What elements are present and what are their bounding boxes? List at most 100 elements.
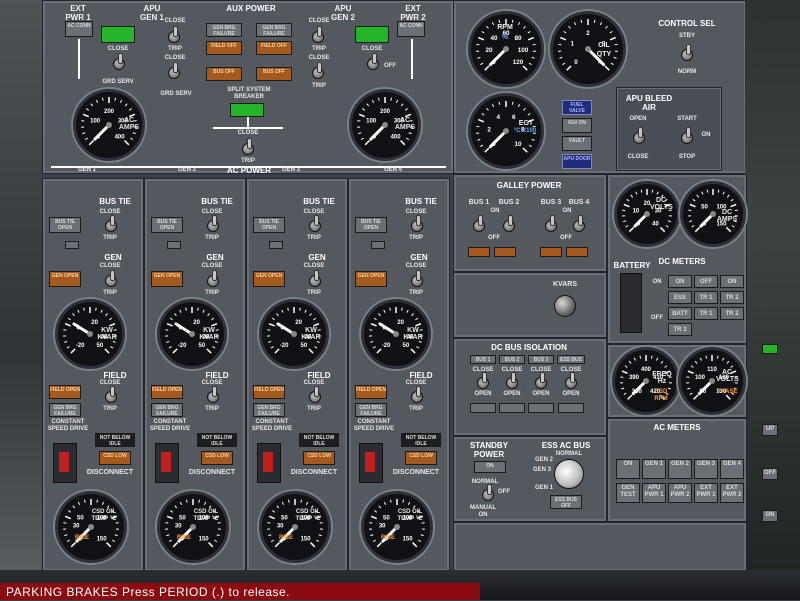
galley-light-2 — [494, 247, 516, 257]
ac_amps-tick — [401, 104, 403, 106]
gen-breaker-switch[interactable] — [411, 275, 423, 287]
galley-bus-1: BUS 1 — [468, 199, 490, 206]
kw_kvar-tick — [215, 341, 218, 342]
split-system-switch[interactable] — [242, 143, 254, 155]
ac-meter-button-7[interactable]: APU PWR 1 — [642, 483, 666, 503]
ac-conn-1-light[interactable]: AC CONN — [65, 21, 93, 37]
csd-disconnect-guard[interactable] — [257, 443, 281, 483]
standby-power-switch[interactable] — [482, 489, 494, 501]
ac-meter-button-4[interactable]: GEN 3 — [694, 459, 718, 479]
apu-breaker-2-switch[interactable] — [312, 31, 324, 43]
ac-meter-button-9[interactable]: EXT PWR 1 — [694, 483, 718, 503]
gen-brg-failure-light: GEN BRG FAILURE — [49, 403, 81, 417]
gen-breaker-switch[interactable] — [105, 275, 117, 287]
field-trip: TRIP — [199, 406, 225, 413]
apu-gen-1-light[interactable] — [101, 26, 135, 43]
field-switch[interactable] — [105, 391, 117, 403]
field-switch[interactable] — [411, 391, 423, 403]
csd-low-light: CSD LOW — [405, 451, 437, 465]
apu-bleed-switch[interactable] — [633, 132, 645, 144]
freq-tick — [624, 393, 627, 395]
dc-meter-button-4[interactable]: ESS BATT — [668, 291, 692, 304]
dc-meter-button-9[interactable]: TR 2 — [720, 307, 744, 320]
galley-bus-3-switch[interactable] — [545, 220, 557, 232]
field-switch[interactable] — [207, 391, 219, 403]
ac-meter-button-5[interactable]: GEN 4 — [720, 459, 744, 479]
apu-breaker-1-switch[interactable] — [168, 31, 180, 43]
kw-kvar-label: KW KVAR — [401, 327, 425, 341]
dc-open-1: OPEN — [470, 391, 496, 398]
battery-switch-guard[interactable] — [620, 273, 642, 333]
dc-bus-1-switch[interactable] — [477, 377, 489, 389]
ess-bus-off-light: ESS BUS OFF — [550, 495, 582, 509]
dc_volts-tick — [652, 190, 653, 193]
ess-ac-bus-selector[interactable] — [554, 459, 584, 489]
gen-brg-failure-light: GEN BRG FAILURE — [253, 403, 285, 417]
gen-breaker-switch[interactable] — [207, 275, 219, 287]
csd_oil_temp-scale-label: 50 — [383, 515, 390, 521]
kw-kvar-label: KW KVAR — [95, 327, 119, 341]
ac-meter-button-1[interactable]: ON — [616, 459, 640, 479]
field-switch[interactable] — [309, 391, 321, 403]
split-breaker-light[interactable] — [230, 103, 264, 117]
ac-meter-button-10[interactable]: EXT PWR 2 — [720, 483, 744, 503]
csd-disconnect-guard[interactable] — [53, 443, 77, 483]
ac_amps-tick — [129, 109, 131, 111]
kvars-selector-knob[interactable] — [554, 295, 576, 317]
dc-bus-2-switch[interactable] — [506, 377, 518, 389]
galley-bus-2-switch[interactable] — [503, 220, 515, 232]
apu-gen-2-light[interactable] — [355, 26, 389, 43]
oil-qty-gauge: 01234 — [550, 11, 626, 87]
csd_oil_temp-tick — [107, 543, 111, 547]
galley-bus-1-switch[interactable] — [473, 220, 485, 232]
bus-tie-switch[interactable] — [207, 220, 219, 232]
dc-meter-button-3[interactable]: ON — [720, 275, 744, 288]
rpm-tick — [478, 38, 484, 40]
csd_oil_temp-tick — [204, 502, 205, 505]
bus-tie-open-light: BUS TIE OPEN — [253, 217, 285, 233]
ac-meter-button-3[interactable]: GEN 2 — [668, 459, 692, 479]
galley-bus-4-switch[interactable] — [573, 220, 585, 232]
bus-tie-switch[interactable] — [309, 220, 321, 232]
bus-tie-switch[interactable] — [105, 220, 117, 232]
bus-tie-switch[interactable] — [411, 220, 423, 232]
dc-ess-bus-switch[interactable] — [565, 377, 577, 389]
rpm-tick — [523, 66, 527, 70]
dc-bus-3-switch[interactable] — [535, 377, 547, 389]
split-trip-label: TRIP — [233, 158, 263, 165]
dc-meter-button-2[interactable]: OFF — [694, 275, 718, 288]
apu-gen-1-switch[interactable] — [113, 58, 125, 70]
gen-open-light: GEN OPEN — [151, 271, 183, 287]
apu-gen-1-close: CLOSE — [105, 46, 131, 53]
gen-breaker-switch[interactable] — [309, 275, 321, 287]
apu-start-switch[interactable] — [681, 132, 693, 144]
csd-disconnect-guard[interactable] — [359, 443, 383, 483]
dc-meter-button-1[interactable]: ON — [668, 275, 692, 288]
control-sel-switch[interactable] — [681, 49, 693, 61]
dc-meter-button-6[interactable]: TR 2 — [720, 291, 744, 304]
oil_qty-tick — [610, 38, 616, 40]
dc-meter-button-8[interactable]: TR 1 — [694, 307, 718, 320]
apu-gen-2-trip: TRIP — [307, 46, 331, 53]
ac_volts-tick — [688, 371, 694, 373]
ac_volts-tick — [691, 366, 693, 368]
ac-meter-button-6[interactable]: GEN TEST — [616, 483, 640, 503]
ac-conn-2-light[interactable]: AC CONN — [397, 21, 425, 37]
kw_kvar-tick — [105, 349, 109, 353]
dc-meter-button-10[interactable]: TR 3 — [668, 323, 692, 336]
disconnect-label: DISCONNECT — [391, 469, 441, 476]
ign-fault-light: FAULT — [562, 136, 592, 151]
apu-gen-2-toggle[interactable] — [312, 67, 324, 79]
ac-meter-button-8[interactable]: APU PWR 2 — [668, 483, 692, 503]
ac_amps-tick — [83, 114, 89, 116]
csd_oil_temp-tick — [68, 511, 70, 513]
oil_qty-scale-label: 2 — [586, 30, 590, 37]
gen-1-bus-label: GEN 1 — [77, 167, 97, 174]
dc-meter-button-5[interactable]: TR 1 — [694, 291, 718, 304]
grd-serv-switch[interactable] — [168, 67, 180, 79]
ac-meter-button-2[interactable]: GEN 1 — [642, 459, 666, 479]
dc-meter-button-7[interactable]: BATT — [668, 307, 692, 320]
apu-gen-2-switch[interactable] — [367, 58, 379, 70]
ac_amps-tick — [125, 104, 127, 106]
csd-disconnect-guard[interactable] — [155, 443, 179, 483]
